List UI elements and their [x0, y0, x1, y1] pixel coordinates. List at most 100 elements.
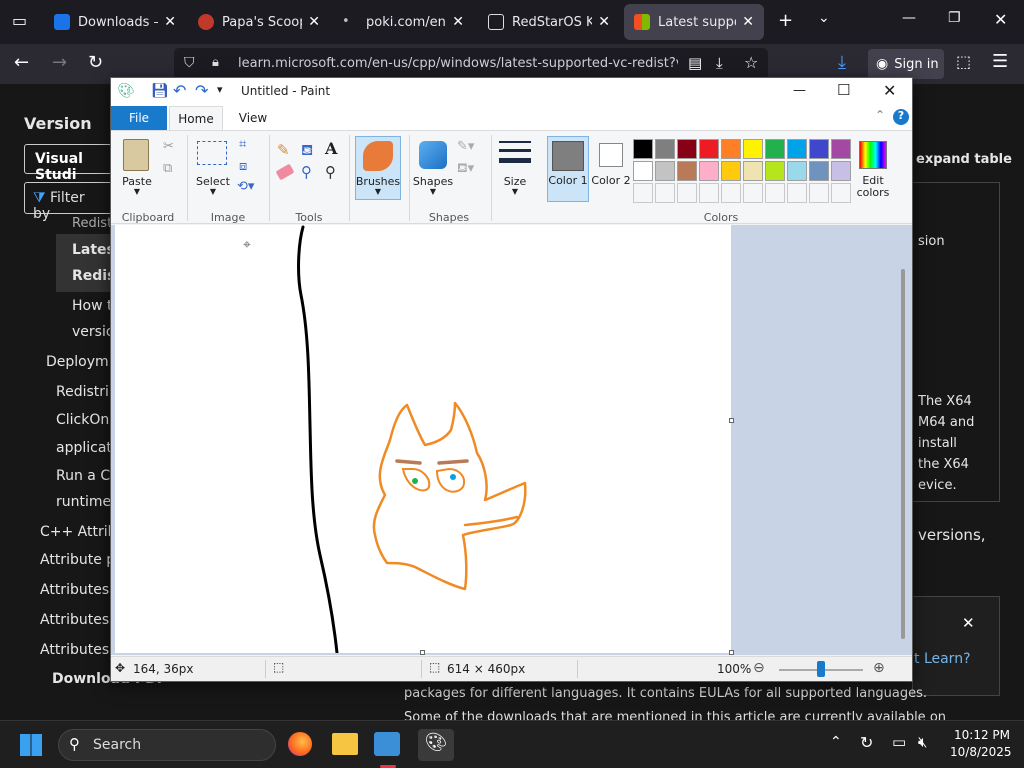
- expand-table-link[interactable]: expand table: [916, 152, 1012, 167]
- maximize-icon[interactable]: ☐: [837, 81, 850, 99]
- sign-in-button[interactable]: ◉ Sign in: [868, 49, 944, 79]
- palette-swatch[interactable]: [765, 139, 785, 159]
- tab-poki[interactable]: • poki.com/en/g/p ✕: [332, 4, 474, 40]
- palette-swatch-empty[interactable]: [655, 183, 675, 203]
- resize-icon[interactable]: ⧈: [239, 159, 247, 174]
- palette-swatch[interactable]: [633, 161, 653, 181]
- firefox-icon[interactable]: [288, 732, 312, 756]
- select-button[interactable]: Select ▼: [195, 137, 231, 197]
- forward-arrow-icon[interactable]: →: [52, 52, 67, 73]
- save-page-icon[interactable]: ⤓: [716, 54, 723, 72]
- address-bar[interactable]: ⛉ 🔒︎ learn.microsoft.com/en-us/cpp/windo…: [174, 48, 768, 80]
- close-window-icon[interactable]: ✕: [994, 10, 1007, 29]
- url-text[interactable]: learn.microsoft.com/en-us/cpp/windows/la…: [238, 56, 678, 71]
- close-tab-icon[interactable]: ✕: [164, 14, 176, 30]
- toc-item[interactable]: Deploym: [46, 354, 109, 370]
- close-icon[interactable]: ✕: [962, 614, 975, 632]
- windows-start-icon[interactable]: [20, 734, 42, 756]
- resize-handle[interactable]: [729, 650, 734, 655]
- color-picker-icon[interactable]: ⚲: [301, 163, 312, 181]
- magnifier-icon[interactable]: ⚲: [325, 163, 336, 181]
- palette-swatch[interactable]: [809, 139, 829, 159]
- version-select[interactable]: Visual Studi: [24, 144, 114, 183]
- restore-window-icon[interactable]: ❐: [948, 10, 961, 26]
- minimize-window-icon[interactable]: —: [902, 10, 916, 26]
- tab-file[interactable]: File: [111, 106, 167, 130]
- palette-swatch-empty[interactable]: [809, 183, 829, 203]
- collapse-ribbon-icon[interactable]: ⌃: [875, 108, 885, 122]
- palette-swatch[interactable]: [831, 161, 851, 181]
- palette-swatch-empty[interactable]: [721, 183, 741, 203]
- minimize-icon[interactable]: —: [793, 83, 806, 98]
- undo-icon[interactable]: ↶: [173, 81, 186, 100]
- back-arrow-icon[interactable]: ←: [14, 52, 29, 73]
- show-hidden-icons-icon[interactable]: ⌃: [830, 734, 842, 750]
- close-icon[interactable]: ✕: [883, 81, 896, 100]
- eraser-icon[interactable]: [275, 163, 295, 181]
- text-icon[interactable]: A: [325, 139, 337, 158]
- drawing-canvas[interactable]: ⌖: [115, 225, 731, 653]
- extensions-icon[interactable]: ⬚: [956, 52, 971, 71]
- toc-item[interactable]: Attribute pr: [40, 552, 121, 568]
- new-tab-icon[interactable]: +: [778, 10, 793, 31]
- reload-icon[interactable]: ↻: [88, 52, 103, 73]
- rotate-icon[interactable]: ⟲▾: [237, 179, 254, 194]
- taskbar-search[interactable]: ⚲ Search: [58, 729, 276, 761]
- redo-icon[interactable]: ↷: [195, 81, 208, 100]
- palette-swatch[interactable]: [743, 161, 763, 181]
- tab-downloads[interactable]: Downloads – Or ✕: [44, 4, 186, 40]
- toc-item[interactable]: ClickOnc: [56, 412, 117, 428]
- color1-button[interactable]: Color 1: [547, 136, 589, 202]
- clock-date[interactable]: 10/8/2025: [950, 745, 1012, 759]
- palette-swatch[interactable]: [721, 139, 741, 159]
- palette-swatch[interactable]: [765, 161, 785, 181]
- palette-swatch-empty[interactable]: [699, 183, 719, 203]
- zoom-slider-thumb[interactable]: [817, 661, 825, 677]
- toc-item[interactable]: Redist: [72, 216, 112, 231]
- lock-icon[interactable]: 🔒︎: [212, 55, 219, 70]
- network-icon[interactable]: ▭: [892, 733, 906, 751]
- palette-swatch[interactable]: [809, 161, 829, 181]
- palette-swatch[interactable]: [787, 139, 807, 159]
- close-tab-icon[interactable]: ✕: [452, 14, 464, 30]
- color2-button[interactable]: Color 2: [591, 137, 631, 201]
- palette-swatch-empty[interactable]: [765, 183, 785, 203]
- palette-swatch-empty[interactable]: [677, 183, 697, 203]
- palette-swatch[interactable]: [655, 161, 675, 181]
- remote-desktop-icon[interactable]: [374, 732, 400, 756]
- resize-handle[interactable]: [729, 418, 734, 423]
- palette-swatch[interactable]: [633, 139, 653, 159]
- palette-swatch[interactable]: [699, 139, 719, 159]
- toc-item[interactable]: Redistrib: [56, 384, 118, 400]
- close-tab-icon[interactable]: ✕: [598, 14, 610, 30]
- zoom-in-icon[interactable]: ⊕: [873, 660, 885, 676]
- palette-swatch[interactable]: [699, 161, 719, 181]
- palette-swatch[interactable]: [655, 139, 675, 159]
- paste-button[interactable]: Paste ▼: [117, 137, 157, 197]
- edit-colors-button[interactable]: Edit colors: [853, 137, 893, 201]
- crop-icon[interactable]: ⌗: [239, 137, 246, 152]
- filter-input[interactable]: ⧩ Filter by: [24, 182, 114, 222]
- clock-time[interactable]: 10:12 PM: [954, 728, 1010, 742]
- tab-view[interactable]: View: [229, 111, 277, 125]
- palette-swatch[interactable]: [721, 161, 741, 181]
- shape-fill-icon[interactable]: ⛾▾: [457, 161, 474, 178]
- tab-redstaros[interactable]: RedStarOS Korea ✕: [478, 4, 620, 40]
- palette-swatch[interactable]: [743, 139, 763, 159]
- palette-swatch-empty[interactable]: [787, 183, 807, 203]
- reader-view-icon[interactable]: ▤: [688, 54, 702, 72]
- palette-swatch-empty[interactable]: [743, 183, 763, 203]
- toc-item[interactable]: How t: [72, 298, 112, 314]
- palette-swatch[interactable]: [677, 139, 697, 159]
- bookmark-star-icon[interactable]: ☆: [744, 53, 758, 72]
- customize-qat-icon[interactable]: ▾: [217, 83, 223, 96]
- outline-icon[interactable]: ✎▾: [457, 139, 474, 154]
- tab-home[interactable]: Home: [169, 106, 223, 131]
- download-icon[interactable]: ⤓: [838, 52, 846, 73]
- menu-hamburger-icon[interactable]: ☰: [992, 51, 1008, 72]
- fill-bucket-icon[interactable]: ⛾: [301, 141, 313, 161]
- close-tab-icon[interactable]: ✕: [308, 14, 320, 30]
- size-button[interactable]: Size ▼: [497, 137, 533, 199]
- copy-icon[interactable]: ⧉: [163, 161, 172, 176]
- tab-list-icon[interactable]: ▭: [12, 11, 27, 30]
